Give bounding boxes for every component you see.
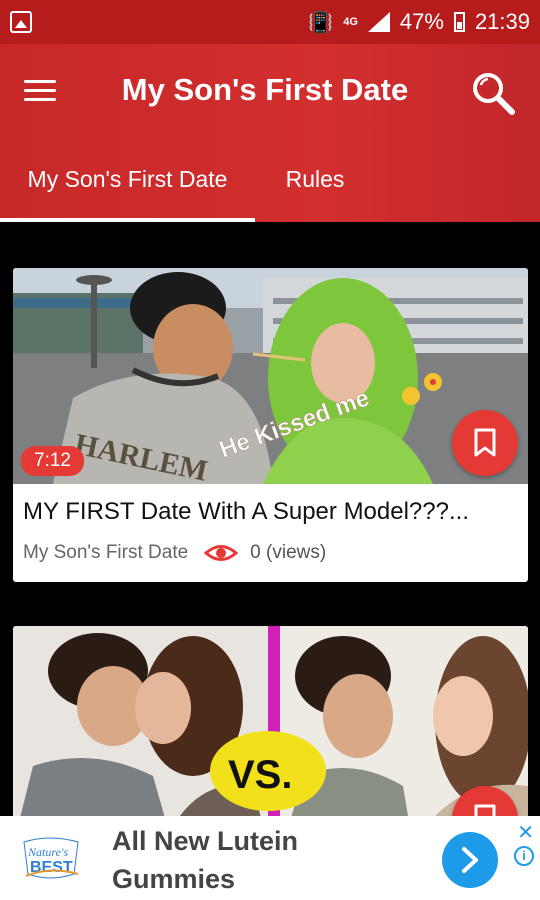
video-meta: My Son's First Date 0 (views): [23, 542, 326, 564]
video-feed[interactable]: HARLEM He Kissed me 7:12 MY FIRST Date W…: [0, 222, 540, 816]
video-card[interactable]: VS.: [13, 626, 528, 816]
signal-icon: [367, 12, 390, 32]
video-card[interactable]: HARLEM He Kissed me 7:12 MY FIRST Date W…: [13, 268, 528, 582]
app-title: My Son's First Date: [121, 72, 409, 107]
tab-my-sons-first-date[interactable]: My Son's First Date: [0, 156, 255, 222]
ad-close-icon[interactable]: ✕: [517, 820, 534, 845]
svg-text:Nature's: Nature's: [27, 845, 68, 859]
chevron-right-icon: [462, 847, 478, 873]
ad-info-icon[interactable]: i: [514, 846, 534, 866]
gallery-notification-icon: [10, 11, 32, 33]
ad-headline[interactable]: All New Lutein Gummies: [112, 822, 298, 898]
battery-percent: 47%: [399, 9, 444, 34]
thumb-vs-text: VS.: [228, 753, 292, 797]
ad-line-1: All New Lutein: [112, 826, 299, 856]
search-icon[interactable]: [470, 70, 516, 116]
network-type: 4G: [343, 16, 358, 28]
bookmark-icon: [474, 804, 496, 816]
view-count: 0 (views): [250, 542, 327, 563]
vibrate-icon: 📳: [308, 11, 334, 34]
app-bar: My Son's First Date My Son's First Date …: [0, 44, 540, 222]
battery-icon: [453, 12, 465, 32]
ad-open-button[interactable]: [442, 832, 498, 888]
status-bar: 📳 4G 47% 21:39: [0, 0, 540, 44]
bookmark-button[interactable]: [452, 410, 518, 476]
status-icons: 📳 4G 47% 21:39: [308, 0, 530, 44]
bookmark-icon: [474, 428, 496, 457]
tab-rules[interactable]: Rules: [255, 156, 375, 222]
ad-brand-logo: Nature's BEST: [23, 837, 79, 879]
video-thumbnail[interactable]: VS.: [13, 626, 528, 816]
eye-icon: [204, 545, 239, 561]
video-thumbnail[interactable]: HARLEM He Kissed me 7:12: [13, 268, 528, 484]
clock: 21:39: [474, 9, 530, 34]
ad-line-2: Gummies: [112, 864, 236, 894]
video-duration: 7:12: [21, 446, 84, 476]
video-title[interactable]: MY FIRST Date With A Super Model???...: [23, 498, 523, 526]
tab-bar: My Son's First Date Rules: [0, 156, 540, 222]
app-screen: 📳 4G 47% 21:39 My Son's First Date My So…: [0, 0, 540, 900]
ad-banner[interactable]: Nature's BEST All New Lutein Gummies ✕ i: [0, 816, 540, 900]
channel-name: My Son's First Date: [23, 542, 189, 563]
